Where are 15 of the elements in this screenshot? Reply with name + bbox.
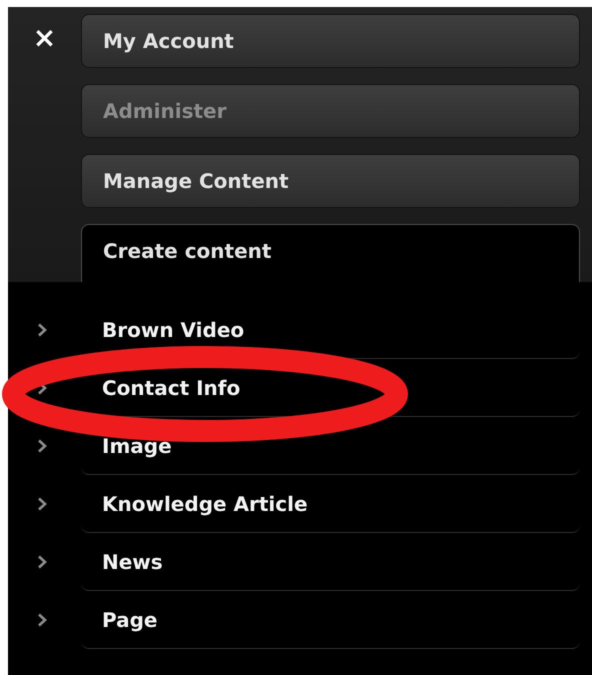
menu-tab[interactable]: Create content	[81, 224, 580, 282]
content-type-link[interactable]: Brown Video	[81, 301, 580, 359]
chevron-icon	[36, 323, 46, 337]
menu-tab[interactable]: My Account	[81, 14, 580, 68]
content-type-link[interactable]: Contact Info	[81, 359, 580, 417]
content-type-link[interactable]: News	[81, 533, 580, 591]
close-button[interactable]: ×	[32, 24, 56, 52]
content-type-link[interactable]: Page	[81, 591, 580, 649]
menu-tab[interactable]: Manage Content	[81, 154, 580, 208]
content-type-link[interactable]: Knowledge Article	[81, 475, 580, 533]
chevron-icon	[36, 555, 46, 569]
chevron-icon	[36, 497, 46, 511]
chevron-icon	[36, 439, 46, 453]
content-type-link[interactable]: Image	[81, 417, 580, 475]
chevron-icon	[36, 613, 46, 627]
